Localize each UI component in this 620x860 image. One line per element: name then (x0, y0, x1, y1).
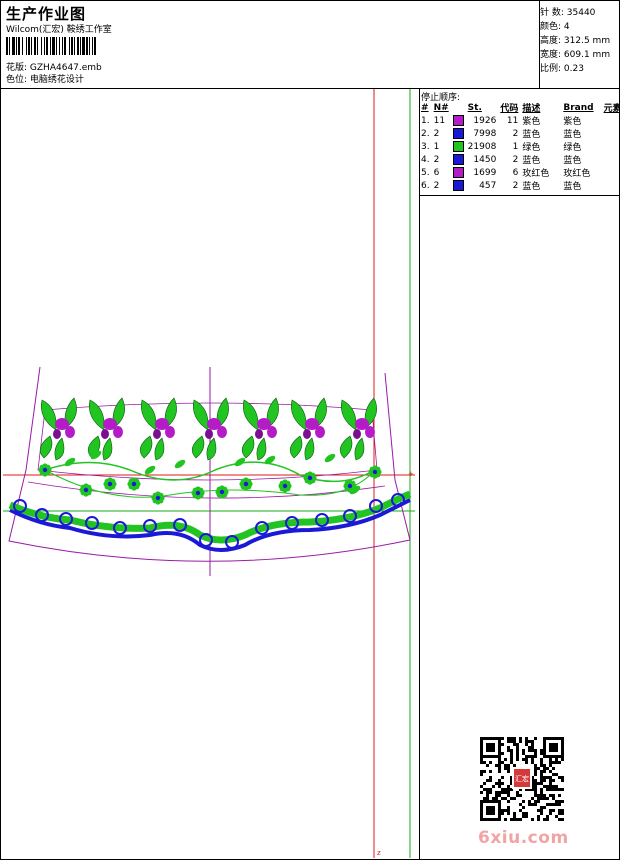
stats-list: 针 数: 35440 颜色: 4 高度: 312.5 mm 宽度: 609.1 … (540, 6, 610, 76)
leaf-motif-row (39, 397, 377, 461)
vine-leaf (324, 453, 336, 463)
small-flower (239, 477, 253, 491)
leaf-flower-motif (241, 397, 279, 461)
small-flower (79, 483, 93, 497)
studio-name: Wilcom(汇宏) 鞍绣工作室 (6, 25, 112, 35)
thread-row: 2. 2 7998 2 蓝色 蓝色 (421, 128, 582, 140)
seal-stamp: 汇宏 (515, 774, 529, 783)
file-name: GZHA4647.emb (29, 63, 102, 73)
vine-leaf (144, 465, 156, 475)
watermark-logo: 6xiu.com (478, 828, 569, 848)
color-swatch (452, 154, 464, 165)
leaf-flower-motif (339, 397, 377, 461)
color-swatch (452, 141, 464, 152)
stat-width: 宽度: 609.1 mm (540, 50, 611, 60)
small-flower (303, 471, 317, 485)
small-flower (151, 491, 165, 505)
color-label: 色位: (6, 75, 28, 85)
stat-height: 高度: 312.5 mm (540, 36, 611, 46)
vine-leaf (64, 457, 76, 467)
thread-row: 3. 1 21908 1 绿色 绿色 (421, 141, 582, 153)
thread-row: 1. 11 1926 11 紫色 紫色 (421, 115, 582, 127)
leaf-flower-motif (39, 397, 77, 461)
small-flower (127, 477, 141, 491)
color-swatch (452, 115, 464, 126)
small-flower (38, 463, 52, 477)
qr-code: 汇宏 (480, 737, 564, 821)
color-swatch (452, 128, 464, 139)
thread-row: 5. 6 1699 6 玫红色 玫红色 (421, 167, 591, 179)
thread-row: 6. 2 457 2 蓝色 蓝色 (421, 180, 582, 192)
thread-row: 4. 2 1450 2 蓝色 蓝色 (421, 154, 582, 166)
small-flower (191, 486, 205, 500)
design-preview: z + (3, 89, 415, 858)
thread-table-header: # N# St. 代码 描述 Brand 元素 (421, 102, 620, 115)
file-info: 花版: GZHA4647.emb 色位: 电脑绣花设计 (6, 62, 102, 86)
small-flower (103, 477, 117, 491)
leaf-flower-motif (289, 397, 327, 461)
edge-mark: + (408, 470, 414, 478)
small-flower (215, 485, 229, 499)
color-swatch (452, 180, 464, 191)
small-flower (278, 479, 292, 493)
stat-stitches: 针 数: 35440 (540, 8, 596, 18)
leaf-flower-motif (139, 397, 177, 461)
leaf-flower-motif (87, 397, 125, 461)
vine-leaf (174, 459, 186, 469)
barcode (6, 37, 150, 55)
corner-mark: z (377, 849, 381, 857)
page-title: 生产作业图 (6, 5, 87, 23)
file-label: 花版: (6, 63, 28, 73)
small-flower (368, 465, 382, 479)
thread-table: # N# St. 代码 描述 Brand 元素 1. 11 1926 11 紫色 紫色 2.… (419, 101, 620, 193)
color-swatch (452, 167, 464, 178)
stat-colors: 颜色: 4 (540, 22, 570, 32)
color-value: 电脑绣花设计 (29, 75, 84, 85)
stat-scale: 比例: 0.23 (540, 64, 584, 74)
